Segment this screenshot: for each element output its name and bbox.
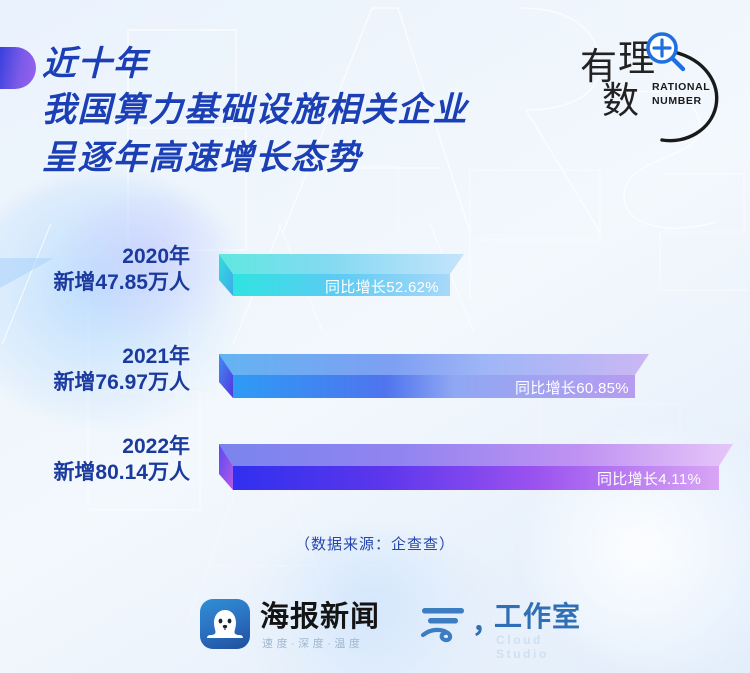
bar-year-2020: 2020年 [122, 245, 190, 268]
bar-3d-2022: 同比增长4.11% [205, 440, 750, 502]
headline-line-3: 呈逐年高速增长态势 [42, 139, 362, 177]
footer-logos: 海报新闻 速度·深度·温度 ， 工作室 Cloud Studio [0, 597, 750, 661]
accent-pill-shape [0, 47, 36, 89]
data-source-note: （数据来源：企查查） [294, 536, 455, 553]
magnifier-plus-icon [646, 32, 686, 72]
haibao-news-tagline: 速度·深度·温度 [262, 638, 364, 650]
bar-3d-2020: 同比增长52.62% [205, 250, 505, 308]
bar-growth-2021: 同比增长60.85% [515, 380, 629, 397]
bar-3d-2021: 同比增长60.85% [205, 350, 665, 410]
bar-label-2020: 2020年 新增47.85万人 [0, 244, 190, 296]
cloud-logo-icon [420, 608, 464, 643]
cloud-studio-english: Cloud Studio [496, 633, 549, 661]
headline-block: 近十年 我国算力基础设施相关企业 呈逐年高速增长态势 [42, 42, 602, 182]
brand-char-shu: 数 [602, 80, 639, 121]
brand-english-label: RATIONAL NUMBER [652, 80, 710, 108]
bar-growth-2022: 同比增长4.11% [597, 471, 702, 488]
headline-line-2: 我国算力基础设施相关企业 [42, 91, 468, 129]
bar-chart: 2020年 新增47.85万人 同比增长52.62% 2021年 新增76.97… [0, 240, 750, 510]
bar-count-2021: 新增76.97万人 [53, 371, 190, 394]
brand-en-line2: NUMBER [652, 95, 702, 107]
haibao-news-logo: 海报新闻 速度·深度·温度 [200, 597, 385, 653]
bar-count-2022: 新增80.14万人 [53, 461, 190, 484]
bar-year-2022: 2022年 [122, 435, 190, 458]
brand-en-line1: RATIONAL [652, 81, 711, 93]
poster-canvas: 近十年 我国算力基础设施相关企业 呈逐年高速增长态势 有 理 数 RATIONA… [0, 0, 750, 673]
headline-line-1: 近十年 [42, 45, 149, 83]
bar-label-2022: 2022年 新增80.14万人 [0, 434, 190, 486]
cloud-studio-logo: ， 工作室 Cloud Studio [418, 597, 598, 661]
bar-label-2021: 2021年 新增76.97万人 [0, 344, 190, 396]
bar-count-2020: 新增47.85万人 [53, 271, 190, 294]
brand-logo: 有 理 数 RATIONAL NUMBER [578, 26, 728, 148]
seal-mascot-icon [200, 599, 250, 649]
bar-growth-2020: 同比增长52.62% [325, 279, 439, 296]
bar-year-2021: 2021年 [122, 345, 190, 368]
haibao-news-wordmark: 海报新闻 [260, 601, 381, 633]
cloud-studio-wordmark: 工作室 [494, 601, 582, 632]
